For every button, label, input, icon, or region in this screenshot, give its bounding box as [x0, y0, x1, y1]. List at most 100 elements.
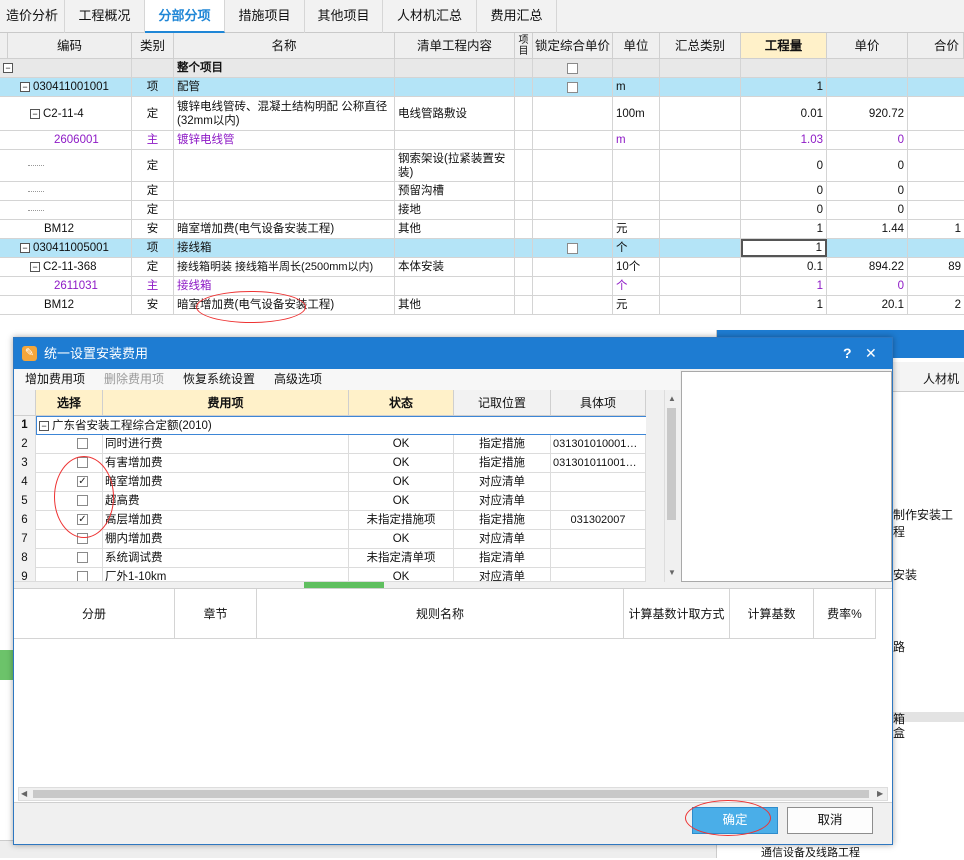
collapse-icon[interactable]: − [39, 421, 49, 431]
list-item[interactable]: 3 有害增加费 OK 指定措施 031301011001… [14, 454, 646, 473]
restore-system-settings-button[interactable]: 恢复系统设置 [183, 369, 255, 390]
tab-cost-summary[interactable]: 费用汇总 [477, 0, 557, 33]
detail-text[interactable] [551, 530, 646, 549]
col-name[interactable]: 名称 [174, 33, 395, 59]
lock-price-checkbox[interactable] [567, 242, 578, 254]
table-row[interactable]: − C2-11-4 定 镀锌电线管砖、混凝土结构明配 公称直径(32mm以内) 电… [0, 97, 964, 131]
col-unit[interactable]: 单位 [613, 33, 660, 59]
collapse-icon[interactable]: − [30, 262, 40, 272]
collapse-icon[interactable]: − [20, 82, 30, 92]
annotation-ellipse [196, 291, 306, 323]
select-checkbox[interactable] [77, 552, 88, 564]
scroll-up-icon[interactable]: ▲ [668, 394, 676, 403]
col-calc-method[interactable]: 计算基数计取方式 [624, 589, 730, 639]
scroll-down-icon[interactable]: ▼ [668, 568, 676, 577]
col-select[interactable]: 选择 [36, 390, 103, 416]
col-detail[interactable]: 具体项 [551, 390, 646, 416]
lock-price-checkbox[interactable] [567, 62, 578, 74]
grid-vertical-scrollbar[interactable]: ▲ ▼ [664, 390, 678, 582]
close-icon[interactable]: ✕ [865, 338, 877, 369]
col-lock-price[interactable]: 锁定综合单价 [533, 33, 613, 59]
scroll-left-icon[interactable]: ◀ [21, 788, 27, 800]
position-text[interactable]: 指定清单 [454, 549, 551, 568]
tab-sub-items[interactable]: 分部分项 [145, 0, 225, 33]
col-total[interactable]: 合价 [908, 33, 964, 59]
detail-text[interactable]: 031301011001… [551, 454, 646, 473]
list-item[interactable]: 1 − 广东省安装工程综合定额(2010) [14, 416, 646, 435]
table-row[interactable]: 2611031 主 接线箱 个 1 0 [0, 277, 964, 296]
table-row[interactable]: − 整个项目 [0, 59, 964, 78]
table-row[interactable]: BM12 安 暗室增加费(电气设备安装工程) 其他 元 1 20.1 2 [0, 296, 964, 315]
select-checkbox[interactable] [77, 438, 88, 450]
horizontal-scrollbar[interactable]: ◀ ▶ [18, 787, 888, 801]
tab-measures[interactable]: 措施项目 [225, 0, 305, 33]
col-rate[interactable]: 费率% [814, 589, 876, 639]
table-row[interactable]: 定 预留沟槽 0 0 [0, 182, 964, 201]
position-text[interactable]: 对应清单 [454, 473, 551, 492]
table-cell-name: 镀锌电线管砖、混凝土结构明配 公称直径(32mm以内) [174, 97, 395, 130]
position-text[interactable]: 对应清单 [454, 530, 551, 549]
table-cell-qty: 1 [741, 277, 827, 295]
table-row[interactable]: 2606001 主 镀锌电线管 m 1.03 0 [0, 131, 964, 150]
col-unit-price[interactable]: 单价 [827, 33, 908, 59]
delete-cost-item-button[interactable]: 删除费用项 [104, 369, 164, 390]
table-cell-content: 接地 [395, 201, 515, 219]
table-row[interactable]: BM12 安 暗室增加费(电气设备安装工程) 其他 元 1 1.44 1 [0, 220, 964, 239]
collapse-icon[interactable]: − [20, 243, 30, 253]
scrollbar-thumb[interactable] [667, 408, 676, 520]
list-item[interactable]: 8 系统调试费 未指定清单项 指定清单 [14, 549, 646, 568]
list-item[interactable]: 7 棚内增加费 OK 对应清单 [14, 530, 646, 549]
tab-cost-analysis[interactable]: 造价分析 [0, 0, 65, 33]
advanced-options-button[interactable]: 高级选项 [274, 369, 322, 390]
detail-text[interactable]: 031301010001… [551, 435, 646, 454]
col-code[interactable]: 编码 [8, 33, 132, 59]
cancel-button[interactable]: 取消 [787, 807, 873, 834]
lock-price-checkbox[interactable] [567, 81, 578, 93]
scroll-right-icon[interactable]: ▶ [877, 788, 883, 800]
detail-panel [681, 371, 892, 582]
col-quantity[interactable]: 工程量 [741, 33, 827, 59]
list-item[interactable]: 2 同时进行费 OK 指定措施 031301010001… [14, 435, 646, 454]
col-position[interactable]: 记取位置 [454, 390, 551, 416]
col-chapter[interactable]: 章节 [175, 589, 257, 639]
select-checkbox[interactable] [77, 571, 88, 581]
position-text[interactable]: 指定措施 [454, 511, 551, 530]
tab-labor-material-summary[interactable]: 人材机汇总 [383, 0, 477, 33]
detail-text[interactable] [551, 473, 646, 492]
table-row[interactable]: −030411005001 项 接线箱 个 1 [0, 239, 964, 258]
col-item[interactable]: 项目 [515, 33, 533, 59]
col-cost-item[interactable]: 费用项 [103, 390, 349, 416]
table-cell-price: 0 [827, 131, 908, 149]
position-text[interactable]: 对应清单 [454, 568, 551, 581]
position-text[interactable]: 对应清单 [454, 492, 551, 511]
col-content[interactable]: 清单工程内容 [395, 33, 515, 59]
col-volume[interactable]: 分册 [14, 589, 175, 639]
detail-text[interactable]: 031302007 [551, 511, 646, 530]
scrollbar-thumb[interactable] [33, 790, 869, 798]
col-status[interactable]: 状态 [349, 390, 454, 416]
detail-text[interactable] [551, 549, 646, 568]
collapse-icon[interactable]: − [3, 63, 13, 73]
table-row[interactable]: 定 钢索架设(拉紧装置安装) 0 0 [0, 150, 964, 182]
row-number: 5 [14, 492, 36, 511]
detail-text[interactable] [551, 492, 646, 511]
help-icon[interactable]: ? [843, 338, 852, 369]
add-cost-item-button[interactable]: 增加费用项 [25, 369, 85, 390]
position-text[interactable]: 指定措施 [454, 454, 551, 473]
collapse-icon[interactable]: − [30, 108, 40, 119]
background-text: 盒 [893, 726, 906, 740]
table-cell-qty: 0.01 [741, 97, 827, 130]
tab-project-overview[interactable]: 工程概况 [65, 0, 145, 33]
col-calc-base[interactable]: 计算基数 [730, 589, 814, 639]
list-item[interactable]: 9 厂外1-10km OK 对应清单 [14, 568, 646, 582]
position-text[interactable]: 指定措施 [454, 435, 551, 454]
col-summary-type[interactable]: 汇总类别 [660, 33, 741, 59]
col-rule-name[interactable]: 规则名称 [257, 589, 624, 639]
table-row[interactable]: − C2-11-368 定 接线箱明装 接线箱半周长(2500mm以内) 本体安装… [0, 258, 964, 277]
table-row[interactable]: 定 接地 0 0 [0, 201, 964, 220]
col-type[interactable]: 类别 [132, 33, 174, 59]
table-cell-qty[interactable]: 1 [741, 239, 827, 257]
dialog-title-bar[interactable]: ✎ 统一设置安装费用 [14, 338, 892, 369]
tab-other-items[interactable]: 其他项目 [305, 0, 383, 33]
table-row[interactable]: −030411001001 项 配管 m 1 [0, 78, 964, 97]
